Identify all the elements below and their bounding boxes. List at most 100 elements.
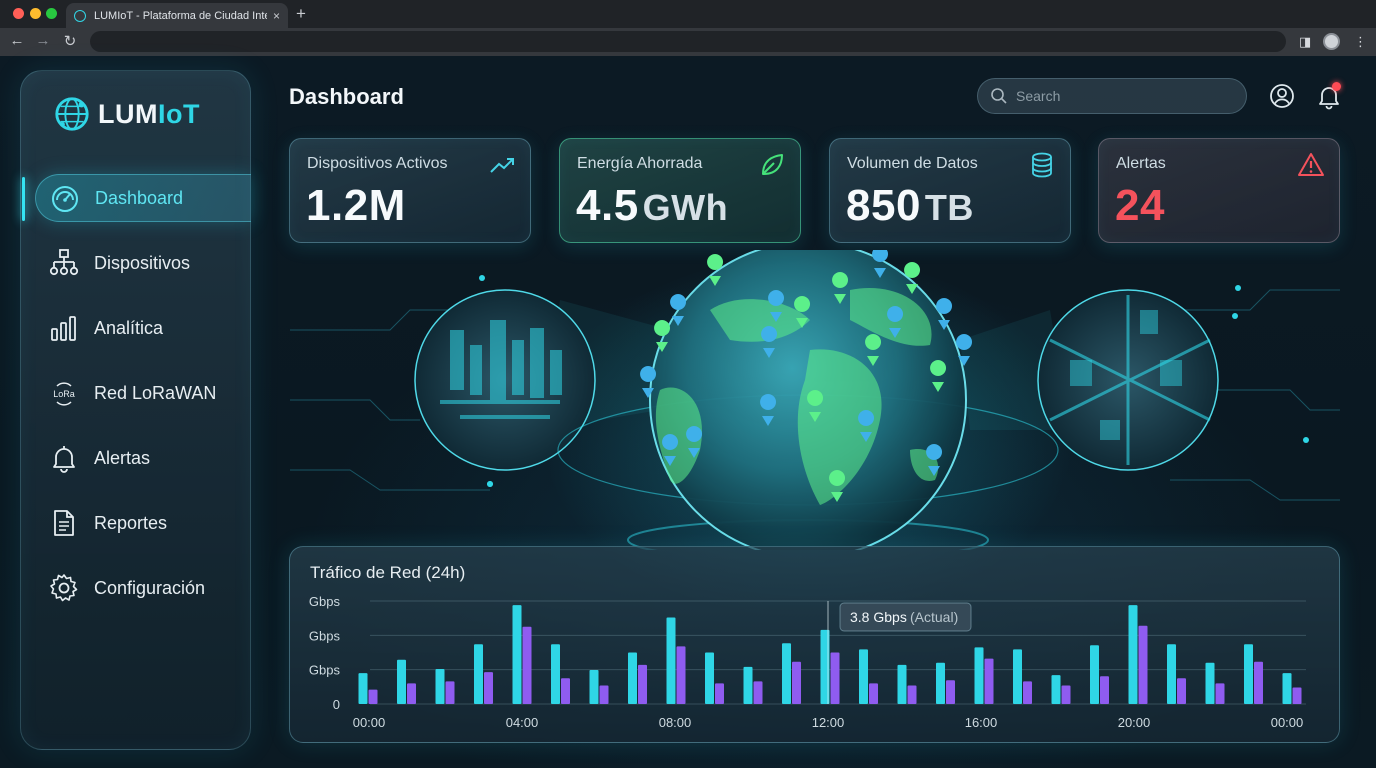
address-bar[interactable] (90, 31, 1286, 52)
y-tick-label: Gbps (309, 663, 341, 678)
sidebar-item-configuracion[interactable]: Configuración (35, 564, 251, 612)
stat-card-energy[interactable]: Energía Ahorrada 4.5 GWh (559, 138, 801, 243)
traffic-bar-secondary (561, 678, 570, 704)
sidebar: LUMIoT Dashboard Dispositivos Analítica (20, 70, 251, 750)
globe-visual (290, 241, 1340, 561)
stat-card-devices[interactable]: Dispositivos Activos 1.2M (289, 138, 531, 243)
sidebar-item-label: Reportes (94, 512, 168, 533)
new-tab-button[interactable]: + (296, 4, 306, 24)
tab-bar: LUMIoT - Plataforma de Ciudad Inteligent… (0, 0, 1376, 28)
back-arrow-icon[interactable]: ← (7, 32, 27, 49)
close-window-button[interactable] (13, 8, 24, 19)
sidebar-item-dispositivos[interactable]: Dispositivos (35, 239, 251, 287)
sidebar-item-label: Alertas (94, 447, 151, 468)
document-icon (54, 510, 74, 536)
traffic-bar-primary (551, 644, 560, 704)
x-tick-label: 00:00 (353, 715, 386, 730)
x-tick-label: 00:00 (1271, 715, 1304, 730)
stat-card-label: Volumen de Datos (847, 155, 978, 172)
traffic-bar-primary (782, 643, 791, 704)
tooltip-value: 3.8 Gbps (850, 609, 907, 625)
traffic-bar-secondary (368, 689, 378, 704)
stat-card-value: 24 (1115, 181, 1165, 231)
traffic-bar-primary (705, 652, 714, 704)
sidebar-item-label: Configuración (94, 577, 206, 598)
x-tick-label: 04:00 (506, 715, 539, 730)
traffic-bar-primary (1244, 644, 1253, 704)
traffic-bar-primary (1128, 605, 1138, 704)
logo-text: LUMIoT (98, 99, 200, 130)
bar-chart-icon (51, 316, 76, 341)
traffic-bar-primary (1167, 644, 1176, 704)
traffic-bar-secondary (676, 646, 686, 704)
warning-icon (1298, 153, 1324, 176)
gear-icon (50, 574, 78, 602)
sidebar-item-label: Dashboard (95, 187, 184, 208)
traffic-bar-primary (474, 644, 483, 704)
sidebar-item-reportes[interactable]: Reportes (35, 499, 251, 547)
traffic-bar-primary (628, 652, 637, 704)
y-tick-label: Gbps (309, 594, 341, 609)
network-traffic-chart: Tráfico de Red (24h) Gbps Gbps Gbps 0 00:00 0… (289, 546, 1340, 743)
traffic-bar-secondary (715, 683, 724, 704)
sidebar-item-analitica[interactable]: Analítica (35, 304, 251, 352)
traffic-bar-secondary (946, 680, 955, 704)
search-box[interactable] (977, 78, 1247, 114)
logo-text-main: LUM (98, 98, 158, 129)
stat-card-alerts[interactable]: Alertas 24 (1098, 138, 1340, 243)
search-input[interactable] (1016, 88, 1216, 104)
gauge-icon (52, 186, 78, 212)
x-tick-label: 08:00 (659, 715, 692, 730)
traffic-bar-secondary (753, 681, 763, 704)
y-tick-label: Gbps (309, 628, 341, 643)
sidebar-item-red-lorawan[interactable]: LoRa Red LoRaWAN (35, 369, 251, 417)
stat-card-label: Dispositivos Activos (307, 155, 448, 172)
stat-card-unit: GWh (642, 187, 729, 228)
traffic-bar-primary (936, 662, 945, 704)
traffic-bar-primary (1013, 649, 1022, 704)
sidebar-item-label: Dispositivos (94, 252, 191, 273)
traffic-bar-secondary (407, 683, 416, 704)
traffic-bar-primary (435, 668, 445, 704)
svg-text:LoRa: LoRa (53, 389, 75, 399)
stat-card-value: 850 TB (846, 181, 974, 231)
user-profile-icon[interactable] (1268, 82, 1296, 110)
stat-card-value: 4.5 GWh (576, 181, 728, 231)
traffic-bar-secondary (1061, 685, 1071, 704)
sidepanel-icon[interactable]: ◨ (1299, 34, 1311, 50)
minimize-window-button[interactable] (30, 8, 41, 19)
sidebar-item-label: Analítica (94, 317, 164, 338)
menu-dots-icon[interactable]: ⋮ (1354, 34, 1367, 50)
traffic-bar-chart[interactable]: Gbps Gbps Gbps 0 00:00 04:00 08:00 12:00 16:00 20… (290, 547, 1341, 744)
browser-tab[interactable]: LUMIoT - Plataforma de Ciudad Inteligent… (66, 3, 288, 28)
traffic-bar-secondary (830, 652, 840, 704)
traffic-bar-primary (512, 605, 522, 704)
x-tick-label: 12:00 (812, 715, 845, 730)
tab-close-icon[interactable]: × (273, 9, 280, 23)
lora-icon: LoRa (53, 382, 75, 406)
reload-icon[interactable]: ↻ (60, 32, 80, 50)
sidebar-item-dashboard[interactable]: Dashboard (22, 174, 251, 222)
stat-card-number: 1.2M (306, 181, 406, 230)
traffic-bar-secondary (1177, 678, 1186, 704)
stat-card-label: Energía Ahorrada (577, 155, 703, 172)
traffic-bar-primary (1051, 675, 1061, 704)
traffic-bar-secondary (1023, 681, 1032, 704)
traffic-bar-primary (666, 617, 676, 704)
stat-card-number: 850 (846, 181, 921, 230)
stat-card-unit: TB (924, 187, 974, 228)
traffic-bar-primary (974, 647, 984, 704)
sidebar-item-alertas[interactable]: Alertas (35, 434, 251, 482)
stat-card-data[interactable]: Volumen de Datos 850 TB (829, 138, 1071, 243)
profile-avatar[interactable] (1323, 33, 1340, 50)
tooltip-note: (Actual) (910, 609, 958, 625)
traffic-bar-secondary (484, 672, 493, 704)
maximize-window-button[interactable] (46, 8, 57, 19)
favicon-icon (74, 9, 86, 22)
logo-text-accent: IoT (157, 98, 200, 129)
traffic-bar-secondary (522, 626, 532, 704)
browser-chrome: LUMIoT - Plataforma de Ciudad Inteligent… (0, 0, 1376, 56)
forward-arrow-icon[interactable]: → (33, 32, 53, 49)
traffic-bar-secondary (869, 683, 878, 704)
tab-title: LUMIoT - Plataforma de Ciudad Inteligent… (94, 9, 267, 22)
